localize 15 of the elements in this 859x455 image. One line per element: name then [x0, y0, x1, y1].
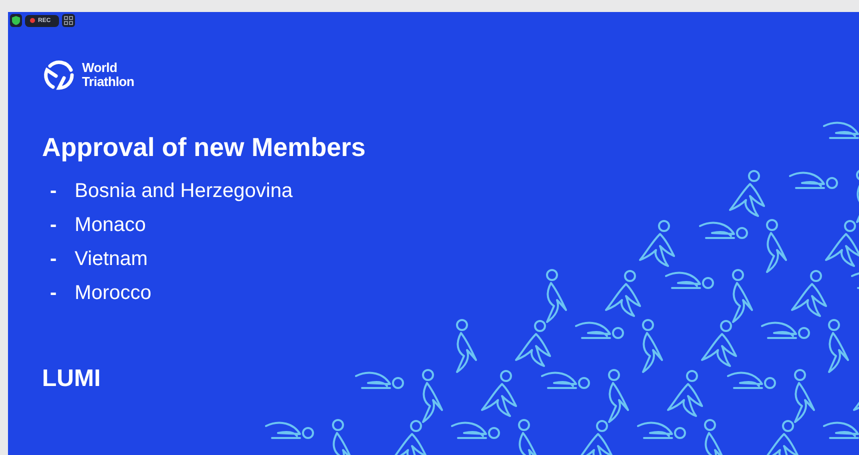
list-bullet: -: [50, 248, 57, 271]
logo-text: Triathlon: [82, 75, 134, 89]
logo-icon: [42, 58, 76, 92]
list-bullet: -: [50, 180, 57, 203]
list-bullet: -: [50, 282, 57, 305]
list-item: Monaco: [74, 214, 146, 237]
list-item: Bosnia and Herzegovina: [74, 180, 293, 203]
list-item: Vietnam: [74, 248, 148, 271]
list-item: Morocco: [74, 282, 152, 305]
logo-text: World: [82, 61, 118, 75]
grid-icon[interactable]: [62, 14, 75, 27]
list-bullet: -: [50, 214, 57, 237]
slide-title: Approval of new Members: [42, 132, 367, 163]
slide-footer-text: LUMI: [42, 365, 102, 393]
shield-icon: [10, 14, 22, 27]
